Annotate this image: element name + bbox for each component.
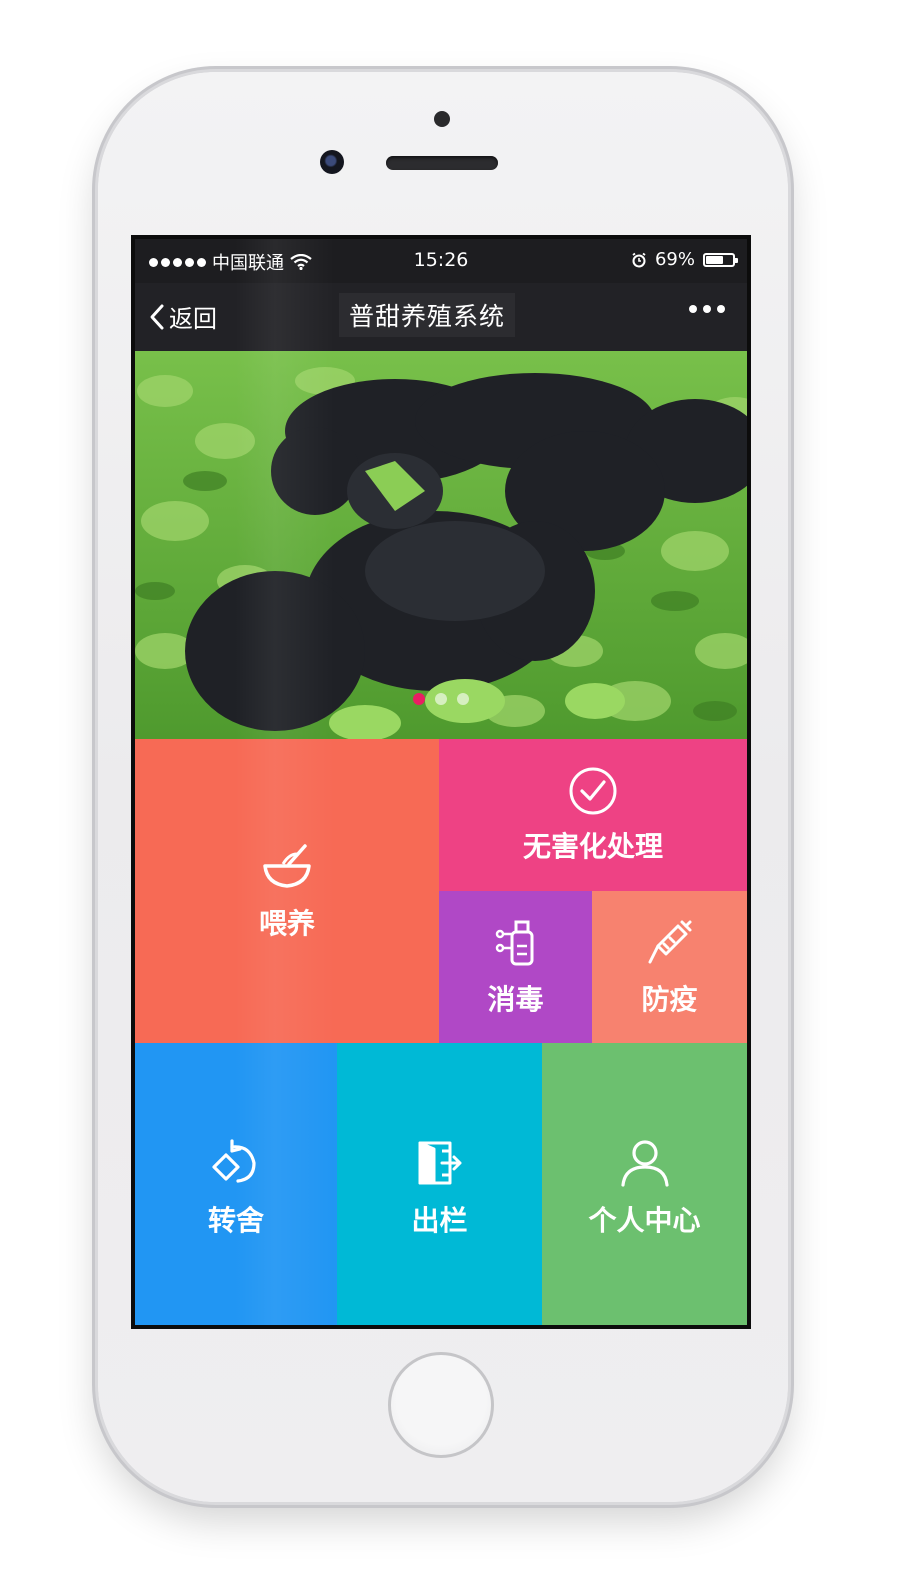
tile-transfer-label: 转舍 [207, 1204, 264, 1237]
more-menu-button[interactable] [689, 305, 725, 313]
pigs-field-image [135, 351, 747, 739]
tile-disinfect-label: 消毒 [487, 983, 544, 1016]
phone-screen: 中国联通 15:26 69% 返回 普甜养殖系统 喂养 无害化处理 消毒 防疫 … [131, 235, 751, 1329]
tile-outbound-label: 出栏 [411, 1204, 468, 1237]
check-circle-icon [569, 767, 617, 815]
back-button[interactable]: 返回 [149, 299, 217, 334]
more-icon [689, 305, 697, 313]
alarm-icon [632, 252, 646, 267]
page-title: 普甜养殖系统 [339, 293, 516, 337]
rotate-icon [212, 1139, 256, 1183]
device-mockup: 中国联通 15:26 69% 返回 普甜养殖系统 喂养 无害化处理 消毒 防疫 … [0, 0, 900, 1594]
carousel-dot-3[interactable] [457, 693, 469, 705]
chevron-left-icon [150, 304, 164, 329]
carousel-dot-2[interactable] [435, 693, 447, 705]
bowl-icon [263, 844, 311, 888]
spray-bottle-icon [495, 920, 533, 966]
user-icon [620, 1140, 669, 1187]
proximity-sensor [434, 111, 450, 127]
carousel-dot-1[interactable] [413, 693, 425, 705]
home-button[interactable] [388, 1352, 494, 1458]
back-label: 返回 [169, 305, 217, 333]
nav-bar: 返回 普甜养殖系统 [135, 283, 747, 351]
tile-feed[interactable]: 喂养 [135, 739, 439, 1043]
tile-epidemic-prevention[interactable]: 防疫 [592, 891, 747, 1043]
tile-harmless-treatment[interactable]: 无害化处理 [439, 739, 747, 891]
tile-epidemic-label: 防疫 [641, 983, 698, 1016]
tile-profile[interactable]: 个人中心 [542, 1043, 747, 1325]
syringe-icon [648, 920, 691, 964]
battery-icon [703, 252, 738, 267]
status-bar: 中国联通 15:26 69% [135, 239, 747, 283]
tile-profile-label: 个人中心 [588, 1204, 701, 1237]
earpiece-speaker [386, 156, 498, 170]
tile-outbound[interactable]: 出栏 [337, 1043, 542, 1325]
tile-disinfect[interactable]: 消毒 [439, 891, 592, 1043]
carousel-indicators [135, 693, 747, 705]
door-exit-icon [418, 1141, 461, 1185]
tile-harmless-label: 无害化处理 [522, 830, 663, 863]
tile-feed-label: 喂养 [258, 907, 315, 940]
battery-percent: 69% [654, 249, 695, 270]
tile-transfer[interactable]: 转舍 [135, 1043, 337, 1325]
front-camera [320, 150, 344, 174]
banner-carousel[interactable] [135, 351, 747, 739]
status-right: 69% [631, 249, 738, 270]
